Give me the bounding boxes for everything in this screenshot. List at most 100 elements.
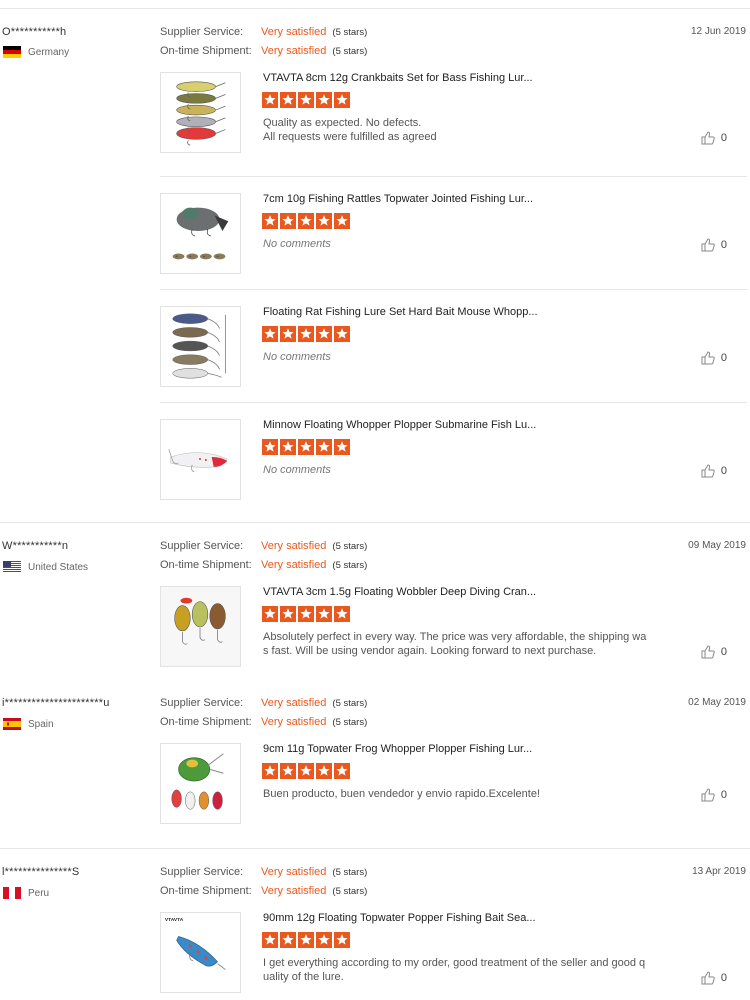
product-title-link[interactable]: 7cm 10g Fishing Rattles Topwater Jointed…: [263, 193, 533, 205]
item-divider: [160, 176, 747, 177]
like-count: 0: [720, 465, 727, 477]
review-date: 09 May 2019: [688, 540, 746, 551]
star-icon: [316, 326, 332, 342]
feedback-text: Quality as expected. No defects. All req…: [263, 117, 437, 143]
star-icon: [316, 439, 332, 455]
star-icon: [262, 763, 278, 779]
supplier-service-rating: Supplier Service: Very satisfied (5 star…: [160, 866, 367, 878]
feedback-text: No comments: [263, 351, 331, 363]
buyer-name: i**********************u: [2, 697, 110, 709]
rating-stars-text: (5 stars): [332, 866, 368, 878]
supplier-service-label: Supplier Service:: [160, 866, 244, 878]
like-button[interactable]: 0: [701, 464, 727, 478]
country-name: Spain: [28, 718, 54, 730]
thumbs-up-icon: [701, 238, 715, 252]
star-icon: [262, 606, 278, 622]
rating-text: Very satisfied: [261, 26, 327, 38]
ontime-shipment-label: On-time Shipment:: [160, 559, 252, 571]
supplier-service-rating: Supplier Service: Very satisfied (5 star…: [160, 26, 367, 38]
star-icon: [280, 763, 296, 779]
star-icon: [262, 213, 278, 229]
item-star-rating: [262, 606, 350, 622]
product-thumbnail[interactable]: [160, 193, 241, 274]
star-icon: [316, 606, 332, 622]
buyer-name: O***********h: [2, 26, 67, 38]
star-icon: [298, 213, 314, 229]
supplier-service-rating: Supplier Service: Very satisfied (5 star…: [160, 697, 367, 709]
review-card: O***********h Germany Supplier Service: …: [0, 8, 750, 522]
product-thumbnail[interactable]: [160, 306, 241, 387]
product-title-link[interactable]: VTAVTA 8cm 12g Crankbaits Set for Bass F…: [263, 72, 533, 84]
star-icon: [298, 326, 314, 342]
review-card: i**********************u Spain Supplier …: [0, 680, 750, 848]
like-count: 0: [720, 132, 727, 144]
country-name: Germany: [28, 46, 70, 58]
star-icon: [316, 213, 332, 229]
thumbs-up-icon: [701, 131, 715, 145]
product-title-link[interactable]: 90mm 12g Floating Topwater Popper Fishin…: [263, 912, 536, 924]
product-thumbnail[interactable]: [160, 586, 241, 667]
feedback-text: I get everything according to my order, …: [263, 957, 646, 983]
like-button[interactable]: 0: [701, 971, 727, 985]
product-title-link[interactable]: Minnow Floating Whopper Plopper Submarin…: [263, 419, 536, 431]
item-star-rating: [262, 213, 350, 229]
review-item: 9cm 11g Topwater Frog Whopper Plopper Fi…: [160, 742, 747, 842]
thumbs-up-icon: [701, 645, 715, 659]
star-icon: [262, 932, 278, 948]
review-item: Floating Rat Fishing Lure Set Hard Bait …: [160, 305, 747, 405]
review-date: 12 Jun 2019: [690, 26, 746, 37]
review-date: 13 Apr 2019: [692, 866, 746, 877]
product-thumbnail[interactable]: [160, 72, 241, 153]
buyer-name: W***********n: [2, 540, 69, 552]
ontime-shipment-rating: On-time Shipment: Very satisfied (5 star…: [160, 45, 367, 57]
review-item: VTAVTA 8cm 12g Crankbaits Set for Bass F…: [160, 71, 747, 171]
like-button[interactable]: 0: [701, 645, 727, 659]
like-button[interactable]: 0: [701, 351, 727, 365]
review-card: l***************S Peru Supplier Service:…: [0, 848, 750, 1000]
product-thumbnail[interactable]: VTAVTA: [160, 912, 241, 993]
product-title-link[interactable]: 9cm 11g Topwater Frog Whopper Plopper Fi…: [263, 743, 532, 755]
rating-stars-text: (5 stars): [332, 559, 368, 571]
star-icon: [334, 763, 350, 779]
star-icon: [334, 606, 350, 622]
star-icon: [280, 213, 296, 229]
like-count: 0: [720, 352, 727, 364]
star-icon: [316, 763, 332, 779]
like-count: 0: [720, 789, 727, 801]
feedback-text: Absolutely perfect in every way. The pri…: [263, 631, 647, 657]
rating-text: Very satisfied: [261, 697, 327, 709]
ontime-shipment-label: On-time Shipment:: [160, 716, 252, 728]
review-item: VTAVTA 3cm 1.5g Floating Wobbler Deep Di…: [160, 585, 747, 675]
product-thumbnail[interactable]: [160, 419, 241, 500]
item-divider: [160, 289, 747, 290]
review-item: VTAVTA 90mm 12g Floating Topwater Popper…: [160, 911, 747, 999]
item-star-rating: [262, 92, 350, 108]
supplier-service-label: Supplier Service:: [160, 697, 244, 709]
star-icon: [316, 92, 332, 108]
country-name: United States: [28, 561, 89, 573]
feedback-text: No comments: [263, 238, 331, 250]
review-card: W***********n United States Supplier Ser…: [0, 522, 750, 680]
star-icon: [298, 932, 314, 948]
product-thumbnail[interactable]: [160, 743, 241, 824]
star-icon: [334, 326, 350, 342]
product-title-link[interactable]: Floating Rat Fishing Lure Set Hard Bait …: [263, 306, 538, 318]
spain-flag-icon: [3, 718, 21, 730]
product-title-link[interactable]: VTAVTA 3cm 1.5g Floating Wobbler Deep Di…: [263, 586, 536, 598]
like-button[interactable]: 0: [701, 131, 727, 145]
item-divider: [160, 402, 747, 403]
ontime-shipment-label: On-time Shipment:: [160, 45, 252, 57]
buyer-country: Peru: [3, 887, 49, 899]
star-icon: [334, 932, 350, 948]
like-button[interactable]: 0: [701, 238, 727, 252]
star-icon: [280, 606, 296, 622]
like-button[interactable]: 0: [701, 788, 727, 802]
usa-flag-icon: [3, 561, 21, 573]
star-icon: [262, 439, 278, 455]
review-date: 02 May 2019: [688, 697, 746, 708]
like-count: 0: [720, 646, 727, 658]
star-icon: [298, 606, 314, 622]
star-icon: [280, 932, 296, 948]
like-count: 0: [720, 972, 727, 984]
like-count: 0: [720, 239, 727, 251]
